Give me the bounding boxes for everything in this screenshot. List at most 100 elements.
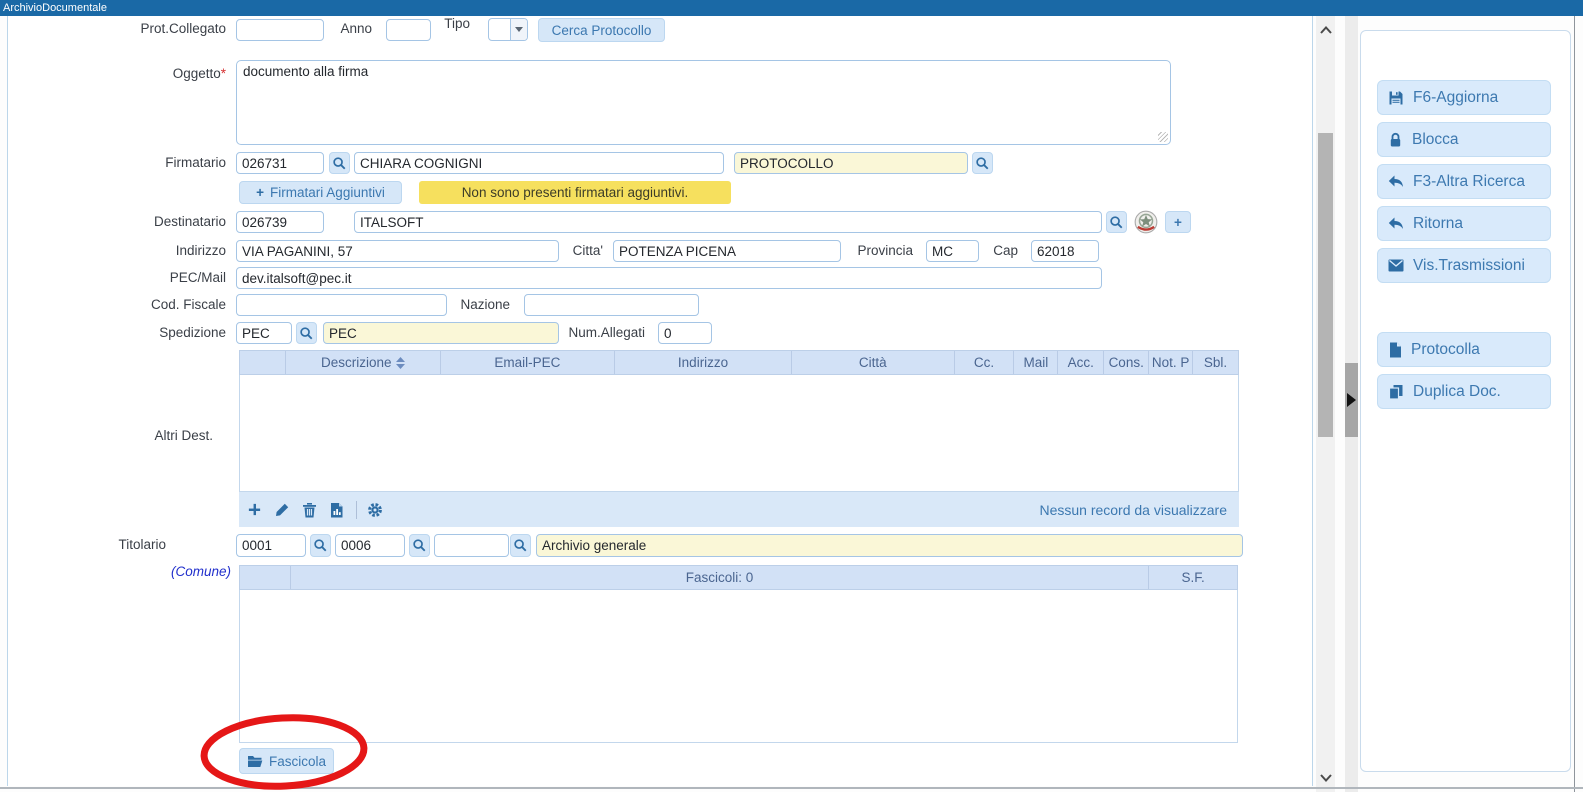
search-icon [513, 538, 528, 553]
fascicoli-column-blank [240, 566, 291, 589]
comune-note: (Comune) [98, 564, 231, 579]
citta-input[interactable] [613, 240, 841, 262]
panel-splitter[interactable] [1345, 16, 1358, 792]
copy-icon [1388, 384, 1404, 400]
search-icon [332, 156, 347, 171]
pec-mail-label: PEC/Mail [68, 270, 226, 285]
sidebar-button-protocolla[interactable]: Protocolla [1377, 332, 1551, 367]
column-header[interactable]: Città [792, 351, 955, 374]
column-header[interactable]: Sbl. [1193, 351, 1238, 374]
titolario-code2-input[interactable] [335, 534, 405, 557]
altri-dest-label: Altri Dest. [68, 428, 213, 443]
no-records-message: Nessun record da visualizzare [1039, 502, 1231, 518]
fascicoli-table-header: Fascicoli: 0 S.F. [239, 565, 1238, 590]
num-allegati-input[interactable] [658, 322, 712, 344]
column-header[interactable]: Cc. [955, 351, 1015, 374]
titolario-search3-button[interactable] [510, 534, 531, 557]
column-header[interactable]: Not. P [1149, 351, 1193, 374]
toolbar-divider [356, 501, 357, 519]
plus-icon [247, 502, 262, 517]
add-row-button[interactable] [247, 502, 262, 517]
column-header[interactable]: Email-PEC [441, 351, 616, 374]
firmatario-role-input[interactable] [734, 152, 968, 174]
back-arrow-icon [1388, 175, 1404, 189]
nazione-label: Nazione [448, 297, 510, 312]
spedizione-code-input[interactable] [236, 322, 292, 344]
firmatario-search-button[interactable] [329, 152, 350, 174]
indirizzo-input[interactable] [236, 240, 559, 262]
fascicoli-column-header[interactable]: Fascicoli: 0 [291, 566, 1149, 589]
titolario-desc-input[interactable] [536, 534, 1243, 557]
spedizione-label: Spedizione [68, 325, 226, 340]
export-button[interactable] [329, 502, 344, 518]
pec-mail-input[interactable] [236, 267, 1102, 289]
firmatario-role-search-button[interactable] [972, 152, 993, 174]
scroll-up-icon[interactable] [1316, 20, 1335, 40]
ipa-emblem-button[interactable] [1133, 209, 1159, 235]
scrollbar-thumb[interactable] [1318, 133, 1333, 437]
scroll-down-icon[interactable] [1316, 768, 1335, 788]
firmatario-name-input[interactable] [354, 152, 724, 174]
provincia-input[interactable] [926, 240, 979, 262]
gear-icon [367, 502, 383, 518]
sidebar-collapse-handle[interactable] [1345, 363, 1358, 437]
titolario-code3-input[interactable] [434, 534, 509, 557]
nazione-input[interactable] [524, 294, 699, 316]
column-header[interactable]: Indirizzo [615, 351, 792, 374]
envelope-icon [1388, 259, 1404, 272]
back-arrow-icon [1388, 217, 1404, 231]
column-header-descrizione[interactable]: Descrizione [286, 351, 441, 374]
titolario-search2-button[interactable] [409, 534, 430, 557]
titolario-search1-button[interactable] [310, 534, 331, 557]
prot-collegato-input[interactable] [236, 19, 324, 41]
column-header[interactable]: Acc. [1058, 351, 1104, 374]
search-icon [299, 326, 314, 341]
sidebar-button-altra-ricerca[interactable]: F3-Altra Ricerca [1377, 164, 1551, 199]
cap-label: Cap [983, 243, 1018, 258]
trash-icon [302, 502, 317, 518]
tipo-label: Tipo [412, 16, 470, 31]
cerca-protocollo-button[interactable]: Cerca Protocollo [538, 18, 665, 42]
edit-row-button[interactable] [274, 502, 290, 518]
destinatario-name-input[interactable] [354, 211, 1102, 233]
destinatario-search-button[interactable] [1106, 211, 1127, 233]
spedizione-search-button[interactable] [296, 322, 317, 344]
cod-fiscale-input[interactable] [236, 294, 447, 316]
titolario-code1-input[interactable] [236, 534, 306, 557]
fascicola-button[interactable]: Fascicola [239, 748, 334, 774]
bottom-edge-divider [0, 787, 1583, 789]
spedizione-desc-input[interactable] [323, 322, 559, 344]
firmatari-aggiuntivi-button[interactable]: + Firmatari Aggiuntivi [239, 181, 402, 204]
firmatario-code-input[interactable] [236, 152, 324, 174]
sidebar-button-duplica[interactable]: Duplica Doc. [1377, 374, 1551, 409]
form-panel: Prot.Collegato Anno Tipo Cerca Protocoll… [7, 16, 1313, 786]
column-header[interactable]: Cons. [1104, 351, 1149, 374]
destinatario-code-input[interactable] [236, 211, 324, 233]
altri-dest-toolbar: Nessun record da visualizzare [239, 492, 1239, 527]
sidebar-button-blocca[interactable]: Blocca [1377, 122, 1551, 157]
column-header[interactable] [240, 351, 286, 374]
sf-column-header[interactable]: S.F. [1149, 566, 1237, 589]
page: ArchivioDocumentale Prot.Collegato Anno … [0, 0, 1583, 792]
window-titlebar: ArchivioDocumentale [0, 0, 1583, 16]
delete-row-button[interactable] [302, 502, 317, 518]
cap-input[interactable] [1031, 240, 1099, 262]
document-icon [1388, 342, 1402, 358]
oggetto-textarea[interactable]: documento alla firma [236, 60, 1171, 145]
folder-icon [247, 754, 263, 768]
resize-grip[interactable] [1158, 132, 1168, 142]
tipo-select[interactable] [488, 18, 528, 41]
plus-icon: + [256, 185, 264, 200]
sidebar-button-ritorna[interactable]: Ritorna [1377, 206, 1551, 241]
sidebar-button-vis-trasmissioni[interactable]: Vis.Trasmissioni [1377, 248, 1551, 283]
oggetto-label: Oggetto* [68, 66, 226, 81]
column-header[interactable]: Mail [1014, 351, 1058, 374]
indirizzo-label: Indirizzo [68, 243, 226, 258]
settings-button[interactable] [367, 502, 383, 518]
vertical-scrollbar[interactable] [1316, 16, 1335, 792]
destinatario-add-button[interactable]: + [1165, 211, 1191, 233]
lock-icon [1388, 132, 1403, 148]
search-icon [975, 156, 990, 171]
sidebar-button-aggiorna[interactable]: F6-Aggiorna [1377, 80, 1551, 115]
file-chart-icon [329, 502, 344, 518]
